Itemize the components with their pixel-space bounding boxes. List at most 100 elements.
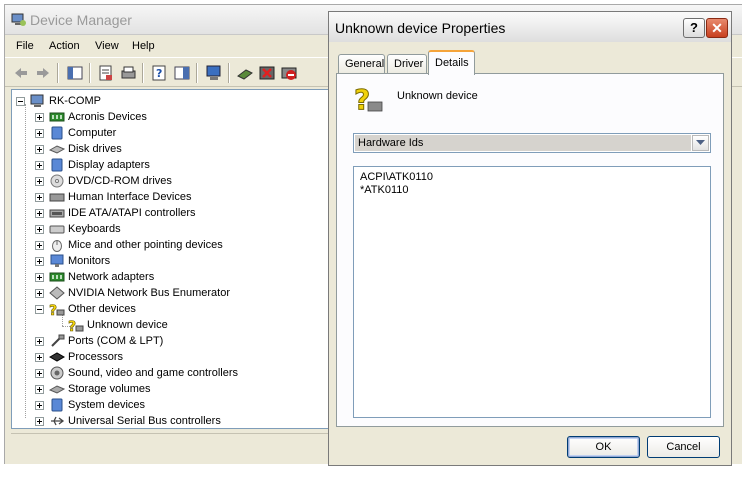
tab-general[interactable]: General [338, 54, 385, 74]
mouse-icon [49, 238, 65, 252]
dropdown-arrow-button[interactable] [692, 135, 709, 151]
tree-item-label: DVD/CD-ROM drives [68, 175, 172, 187]
properties-icon[interactable] [97, 64, 115, 82]
expand-button[interactable] [35, 368, 44, 378]
tab-details[interactable]: Details [428, 50, 475, 75]
collapse-button[interactable] [35, 304, 44, 314]
computer-root-icon [30, 94, 46, 108]
expand-button[interactable] [35, 336, 44, 346]
svg-text:?: ? [156, 67, 162, 80]
tree-item[interactable]: Monitors [35, 253, 110, 269]
expand-button[interactable] [35, 224, 44, 234]
cancel-button[interactable]: Cancel [647, 436, 720, 458]
tree-item[interactable]: Human Interface Devices [35, 189, 192, 205]
tree-item-label: Network adapters [68, 271, 155, 283]
device-manager-app-icon [11, 13, 27, 30]
tree-item-label: Computer [68, 127, 117, 139]
expand-button[interactable] [35, 256, 44, 266]
tree-item[interactable]: ? Other devices [35, 301, 136, 317]
dialog-title-bar[interactable]: Unknown device Properties ? ✕ [329, 12, 731, 42]
menu-view[interactable]: View [95, 40, 119, 52]
tree-root[interactable]: RK-COMP [16, 93, 101, 109]
tab-driver[interactable]: Driver [387, 54, 427, 74]
tree-item-label: NVIDIA Network Bus Enumerator [68, 287, 231, 299]
device-manager-title: Device Manager [30, 12, 132, 28]
acronis-device-icon [49, 110, 65, 124]
tree-item[interactable]: Acronis Devices [35, 109, 147, 125]
tree-item-label: Monitors [68, 255, 111, 267]
svg-text:?: ? [49, 303, 57, 316]
menu-action[interactable]: Action [49, 40, 80, 52]
collapse-button[interactable] [16, 96, 25, 106]
processor-icon [49, 350, 65, 364]
svg-text:?: ? [68, 319, 76, 332]
tree-child-item[interactable]: ? Unknown device [68, 317, 168, 333]
expand-button[interactable] [35, 176, 44, 186]
tree-item[interactable]: DVD/CD-ROM drives [35, 173, 172, 189]
tree-item[interactable]: Network adapters [35, 269, 154, 285]
expand-button[interactable] [35, 192, 44, 202]
help-button[interactable]: ? [683, 18, 705, 38]
menu-file[interactable]: File [16, 40, 34, 52]
hid-icon [49, 190, 65, 204]
tree-item[interactable]: Universal Serial Bus controllers [35, 413, 221, 429]
tree-item-label: System devices [68, 399, 146, 411]
dvd-drive-icon [49, 174, 65, 188]
port-icon [49, 334, 65, 348]
tree-item[interactable]: Mice and other pointing devices [35, 237, 223, 253]
expand-button[interactable] [35, 384, 44, 394]
expand-button[interactable] [35, 400, 44, 410]
tree-item[interactable]: Ports (COM & LPT) [35, 333, 163, 349]
expand-button[interactable] [35, 208, 44, 218]
tree-item[interactable]: Disk drives [35, 141, 122, 157]
menu-help[interactable]: Help [132, 40, 155, 52]
expand-button[interactable] [35, 416, 44, 426]
tree-item[interactable]: Storage volumes [35, 381, 151, 397]
system-device-icon [49, 398, 65, 412]
computer-icon [49, 126, 65, 140]
tree-item-label: Unknown device [87, 319, 168, 331]
device-tree[interactable]: RK-COMP Acronis Devices Computer Disk drive… [11, 89, 329, 429]
expand-button[interactable] [35, 160, 44, 170]
unknown-device-icon: ? [68, 318, 84, 332]
tree-item[interactable]: Display adapters [35, 157, 150, 173]
expand-button[interactable] [35, 272, 44, 282]
keyboard-icon [49, 222, 65, 236]
tree-item-label: Storage volumes [68, 383, 151, 395]
property-dropdown-value: Hardware Ids [355, 135, 691, 151]
unknown-device-icon: ? [49, 302, 65, 316]
value-item[interactable]: *ATK0110 [360, 184, 409, 196]
update-driver-icon[interactable] [236, 64, 254, 82]
tree-item[interactable]: Processors [35, 349, 123, 365]
expand-button[interactable] [35, 352, 44, 362]
value-item[interactable]: ACPI\ATK0110 [360, 171, 433, 183]
tree-item[interactable]: NVIDIA Network Bus Enumerator [35, 285, 230, 301]
tree-item[interactable]: Keyboards [35, 221, 121, 237]
tree-item[interactable]: Sound, video and game controllers [35, 365, 238, 381]
print-icon[interactable] [119, 64, 137, 82]
console-tree-icon[interactable] [66, 64, 84, 82]
ok-button[interactable]: OK [567, 436, 640, 458]
expand-button[interactable] [35, 240, 44, 250]
storage-volume-icon [49, 382, 65, 396]
close-button[interactable]: ✕ [706, 18, 728, 38]
disable-icon[interactable] [280, 64, 298, 82]
show-hide-icon[interactable] [173, 64, 191, 82]
expand-button[interactable] [35, 112, 44, 122]
network-adapter-icon [49, 270, 65, 284]
expand-button[interactable] [35, 144, 44, 154]
property-values-list[interactable]: ACPI\ATK0110 *ATK0110 [353, 166, 711, 418]
scan-hardware-icon[interactable] [205, 64, 223, 82]
help-icon[interactable]: ? [151, 64, 169, 82]
expand-button[interactable] [35, 288, 44, 298]
tree-item[interactable]: System devices [35, 397, 145, 413]
tree-item[interactable]: Computer [35, 125, 116, 141]
back-arrow-icon[interactable] [12, 64, 30, 82]
uninstall-icon[interactable] [258, 64, 276, 82]
properties-dialog: Unknown device Properties ? ✕ General Dr… [328, 11, 732, 466]
tree-item[interactable]: IDE ATA/ATAPI controllers [35, 205, 196, 221]
tree-item-label: Display adapters [68, 159, 150, 171]
property-dropdown[interactable]: Hardware Ids [353, 133, 711, 153]
expand-button[interactable] [35, 128, 44, 138]
forward-arrow-icon[interactable] [34, 64, 52, 82]
